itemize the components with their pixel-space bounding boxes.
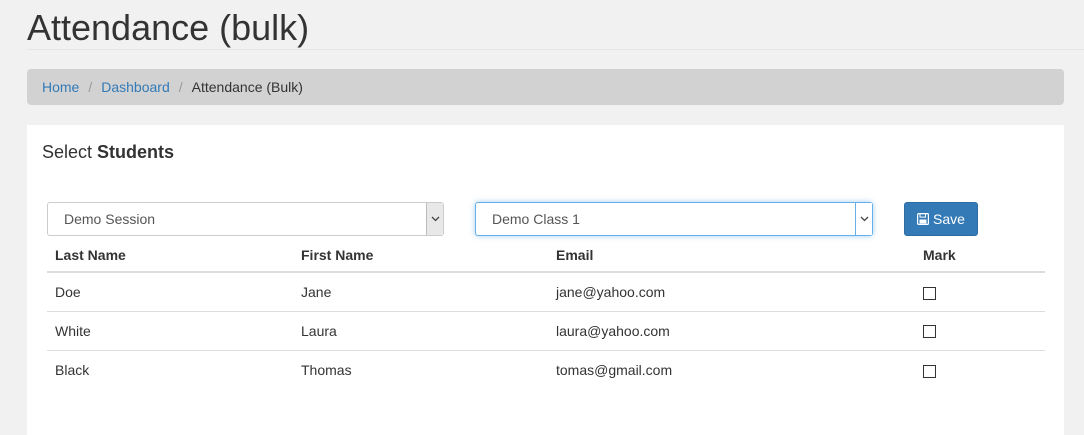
breadcrumb-current: Attendance (Bulk) <box>191 79 303 95</box>
panel-heading-prefix: Select <box>42 142 93 162</box>
class-select-value: Demo Class 1 <box>492 211 580 227</box>
header-mark: Mark <box>915 238 1045 273</box>
table-row: White Laura laura@yahoo.com <box>47 311 1045 351</box>
cell-first-name: Laura <box>293 311 548 351</box>
cell-last-name: White <box>47 311 293 351</box>
students-panel: Select Students Demo Session Demo Class … <box>27 125 1064 435</box>
header-last-name: Last Name <box>47 238 293 273</box>
breadcrumb-home-link[interactable]: Home <box>42 79 79 95</box>
breadcrumb-separator: / <box>178 79 183 95</box>
breadcrumb-separator: / <box>88 79 93 95</box>
cell-mark <box>915 350 1045 389</box>
table-header-row: Last Name First Name Email Mark <box>47 238 1045 273</box>
cell-email: laura@yahoo.com <box>548 311 915 351</box>
title-divider <box>27 49 1084 50</box>
mark-checkbox[interactable] <box>923 286 936 300</box>
cell-mark <box>915 272 1045 312</box>
save-button[interactable]: Save <box>904 202 978 236</box>
header-first-name: First Name <box>293 238 548 273</box>
header-email: Email <box>548 238 915 273</box>
table-row: Doe Jane jane@yahoo.com <box>47 272 1045 312</box>
students-table: Last Name First Name Email Mark Doe Jane… <box>47 238 1045 389</box>
cell-first-name: Jane <box>293 272 548 312</box>
chevron-down-icon[interactable] <box>855 203 872 235</box>
panel-heading: Select Students <box>42 142 174 163</box>
mark-checkbox[interactable] <box>923 364 936 378</box>
chevron-down-icon[interactable] <box>426 203 443 235</box>
class-select[interactable]: Demo Class 1 <box>475 202 873 236</box>
cell-last-name: Black <box>55 361 90 378</box>
breadcrumb-dashboard-link[interactable]: Dashboard <box>101 79 170 95</box>
page-title: Attendance (bulk) <box>27 7 310 48</box>
cell-first-name: Thomas <box>301 361 352 378</box>
breadcrumb: Home / Dashboard / Attendance (Bulk) <box>27 69 1064 105</box>
cell-email: tomas@gmail.com <box>556 361 673 378</box>
session-select-value: Demo Session <box>64 211 156 227</box>
save-button-label: Save <box>933 211 965 227</box>
panel-heading-bold: Students <box>97 142 175 162</box>
cell-last-name: Doe <box>47 272 293 312</box>
session-select[interactable]: Demo Session <box>47 202 444 236</box>
table-row: Black Thomas tomas@gmail.com <box>47 350 1045 389</box>
mark-checkbox[interactable] <box>923 325 936 339</box>
cell-mark <box>915 311 1045 351</box>
cell-email: jane@yahoo.com <box>548 272 915 312</box>
floppy-disk-icon <box>917 213 930 225</box>
